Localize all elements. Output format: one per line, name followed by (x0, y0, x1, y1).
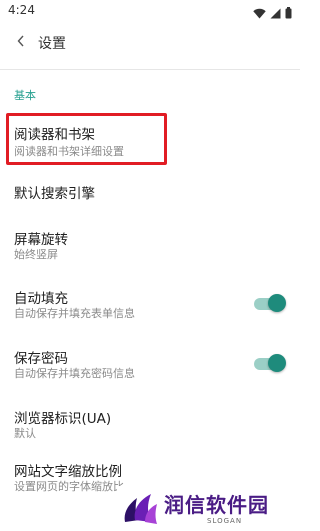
app-bar: 设置 (0, 22, 300, 62)
setting-autofill[interactable]: 自动填充 自动保存并填充表单信息 (0, 280, 300, 328)
cellular-signal-icon (270, 4, 281, 23)
status-bar: 4:24 (0, 0, 300, 22)
setting-title: 浏览器标识(UA) (14, 411, 112, 427)
wifi-icon (253, 4, 266, 23)
header-divider (0, 69, 300, 70)
back-arrow-icon (16, 33, 26, 52)
setting-user-agent[interactable]: 浏览器标识(UA) 默认 (0, 400, 300, 448)
highlight-box (6, 113, 167, 165)
setting-save-password[interactable]: 保存密码 自动保存并填充密码信息 (0, 340, 300, 388)
watermark-slogan: SLOGAN (207, 517, 243, 525)
save-password-toggle[interactable] (254, 354, 286, 372)
setting-title: 屏幕旋转 (14, 232, 68, 248)
page-title: 设置 (38, 36, 66, 52)
setting-subtitle: 自动保存并填充密码信息 (14, 367, 135, 380)
status-time: 4:24 (8, 3, 35, 17)
toggle-thumb (268, 294, 286, 312)
setting-subtitle: 自动保存并填充表单信息 (14, 307, 135, 320)
watermark: 润信软件园 SLOGAN (117, 486, 300, 531)
status-icons (253, 4, 292, 23)
watermark-text: 润信软件园 (164, 493, 269, 517)
setting-subtitle: 默认 (14, 427, 36, 440)
setting-subtitle: 始终竖屏 (14, 248, 58, 261)
toggle-thumb (268, 354, 286, 372)
setting-screen-rotation[interactable]: 屏幕旋转 始终竖屏 (0, 220, 300, 268)
setting-title: 保存密码 (14, 351, 68, 367)
battery-icon (285, 4, 292, 23)
back-button[interactable] (10, 30, 32, 54)
watermark-logo-icon (124, 494, 157, 524)
autofill-toggle[interactable] (254, 294, 286, 312)
setting-title: 默认搜索引擎 (14, 186, 95, 202)
section-header: 基本 (14, 89, 36, 102)
setting-subtitle: 设置网页的字体缩放比 (14, 480, 124, 493)
setting-title: 网站文字缩放比例 (14, 464, 122, 480)
setting-default-search-engine[interactable]: 默认搜索引擎 (0, 172, 300, 212)
setting-title: 自动填充 (14, 291, 68, 307)
